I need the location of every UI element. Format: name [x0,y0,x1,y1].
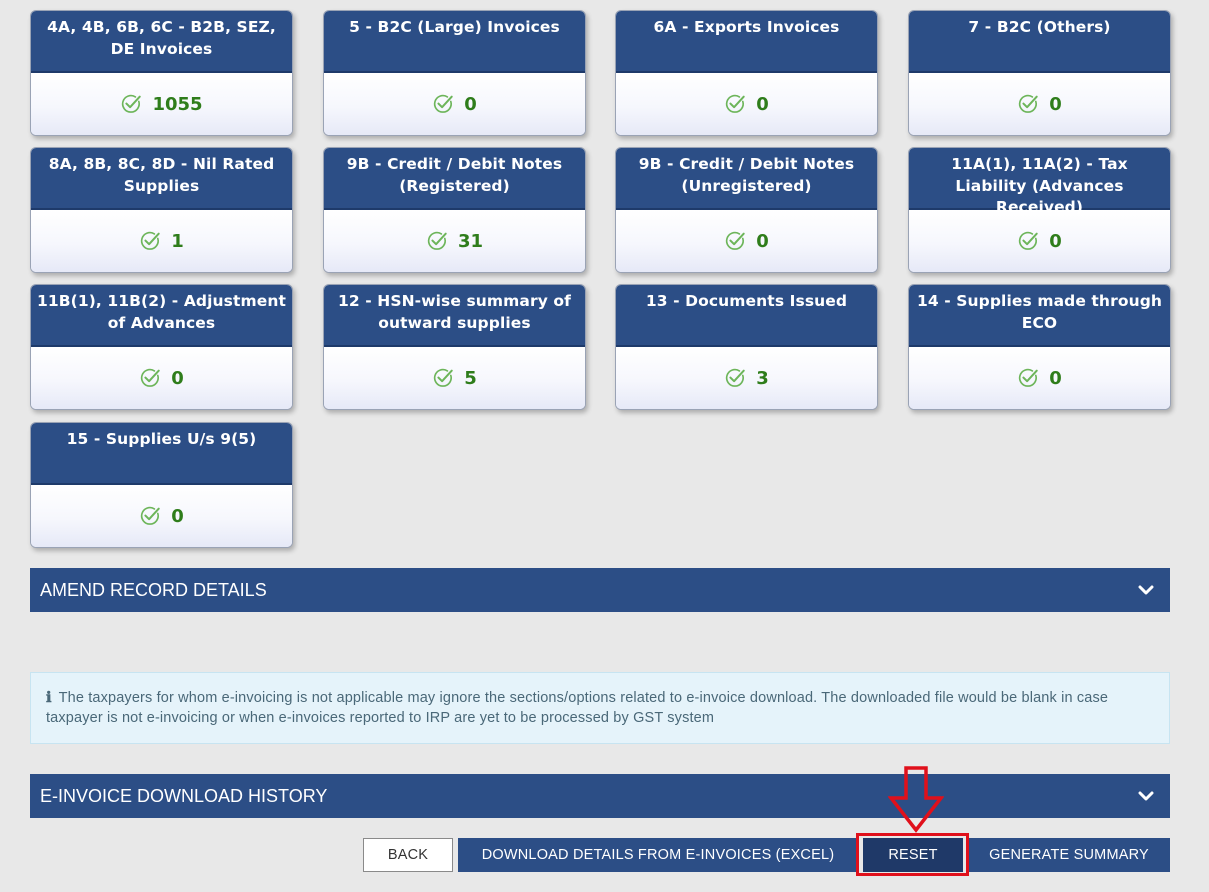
section-tile-12[interactable]: 14 - Supplies made through ECO 0 [908,284,1171,410]
tile-title: 12 - HSN-wise summary of outward supplie… [324,285,585,347]
section-tile-8[interactable]: 11A(1), 11A(2) - Tax Liability (Advances… [908,147,1171,273]
tile-title: 6A - Exports Invoices [616,11,877,73]
chevron-down-icon[interactable] [1136,580,1156,600]
section-tile-3[interactable]: 6A - Exports Invoices 0 [615,10,878,136]
check-circle-icon [726,368,745,387]
tile-body: 31 [324,210,585,272]
back-button[interactable]: BACK [363,838,453,872]
tile-count: 1055 [152,93,203,115]
check-circle-icon [427,231,447,250]
tile-count: 31 [457,230,484,252]
check-circle-icon [141,506,160,525]
check-circle-icon [434,94,453,113]
tile-title: 5 - B2C (Large) Invoices [324,11,585,73]
tile-title: 7 - B2C (Others) [909,11,1170,73]
section-tile-7[interactable]: 9B - Credit / Debit Notes (Unregistered)… [615,147,878,273]
check-circle-icon [141,368,160,387]
tile-body: 0 [909,347,1170,409]
tile-title: 13 - Documents Issued [616,285,877,347]
section-tile-10[interactable]: 12 - HSN-wise summary of outward supplie… [323,284,586,410]
tile-count: 0 [756,93,769,115]
check-circle-icon [122,94,142,113]
tile-title: 11B(1), 11B(2) - Adjustment of Advances [31,285,292,347]
amend-record-details-label: AMEND RECORD DETAILS [40,579,267,600]
tile-count: 0 [1049,93,1062,115]
e-invoice-download-history-label: E-INVOICE DOWNLOAD HISTORY [40,785,328,806]
section-tile-11[interactable]: 13 - Documents Issued 3 [615,284,878,410]
tile-body: 0 [909,210,1170,272]
section-tile-6[interactable]: 9B - Credit / Debit Notes (Registered) 3… [323,147,586,273]
tile-body: 5 [324,347,585,409]
tile-title: 14 - Supplies made through ECO [909,285,1170,347]
tile-count: 0 [171,367,184,389]
check-circle-icon [141,231,160,250]
tile-count: 0 [1049,230,1062,252]
tile-body: 1055 [31,73,292,135]
section-tile-13[interactable]: 15 - Supplies U/s 9(5) 0 [30,422,293,548]
chevron-down-icon[interactable] [1136,786,1156,806]
tile-count: 3 [756,367,769,389]
tile-count: 0 [756,230,769,252]
e-invoice-download-history-bar[interactable]: E-INVOICE DOWNLOAD HISTORY [30,774,1170,818]
tile-title: 9B - Credit / Debit Notes (Registered) [324,148,585,210]
tile-title: 11A(1), 11A(2) - Tax Liability (Advances… [909,148,1170,216]
check-circle-icon [1019,94,1038,113]
tile-body: 0 [909,73,1170,135]
tile-title: 9B - Credit / Debit Notes (Unregistered) [616,148,877,210]
section-tile-1[interactable]: 4A, 4B, 6B, 6C - B2B, SEZ, DE Invoices 1… [30,10,293,136]
tile-count: 0 [171,505,184,527]
section-tile-4[interactable]: 7 - B2C (Others) 0 [908,10,1171,136]
section-tile-9[interactable]: 11B(1), 11B(2) - Adjustment of Advances … [30,284,293,410]
info-icon: ℹ [46,690,52,706]
tile-title: 15 - Supplies U/s 9(5) [31,423,292,485]
tile-body: 0 [31,485,292,547]
tile-body: 0 [616,210,877,272]
tile-body: 0 [616,73,877,135]
download-einvoices-excel-button[interactable]: DOWNLOAD DETAILS FROM E-INVOICES (EXCEL) [458,838,858,872]
tile-body: 0 [324,73,585,135]
tile-title: 4A, 4B, 6B, 6C - B2B, SEZ, DE Invoices [31,11,292,73]
tile-count: 1 [171,230,184,252]
section-tile-5[interactable]: 8A, 8B, 8C, 8D - Nil Rated Supplies 1 [30,147,293,273]
tile-count: 0 [464,93,477,115]
tile-body: 1 [31,210,292,272]
generate-summary-button[interactable]: GENERATE SUMMARY [968,838,1170,872]
check-circle-icon [726,94,745,113]
info-note-text: The taxpayers for whom e-invoicing is no… [46,690,1109,726]
down-arrow-annotation-icon [888,766,944,833]
tile-count: 0 [1049,367,1062,389]
tile-body: 3 [616,347,877,409]
tile-body: 0 [31,347,292,409]
amend-record-details-bar[interactable]: AMEND RECORD DETAILS [30,568,1170,612]
tile-title: 8A, 8B, 8C, 8D - Nil Rated Supplies [31,148,292,210]
tile-count: 5 [464,367,477,389]
reset-highlight-box [856,833,969,876]
check-circle-icon [1019,368,1038,387]
check-circle-icon [434,368,453,387]
check-circle-icon [726,231,745,250]
e-invoice-info-note: ℹ The taxpayers for whom e-invoicing is … [30,672,1170,744]
section-tile-2[interactable]: 5 - B2C (Large) Invoices 0 [323,10,586,136]
check-circle-icon [1019,231,1038,250]
